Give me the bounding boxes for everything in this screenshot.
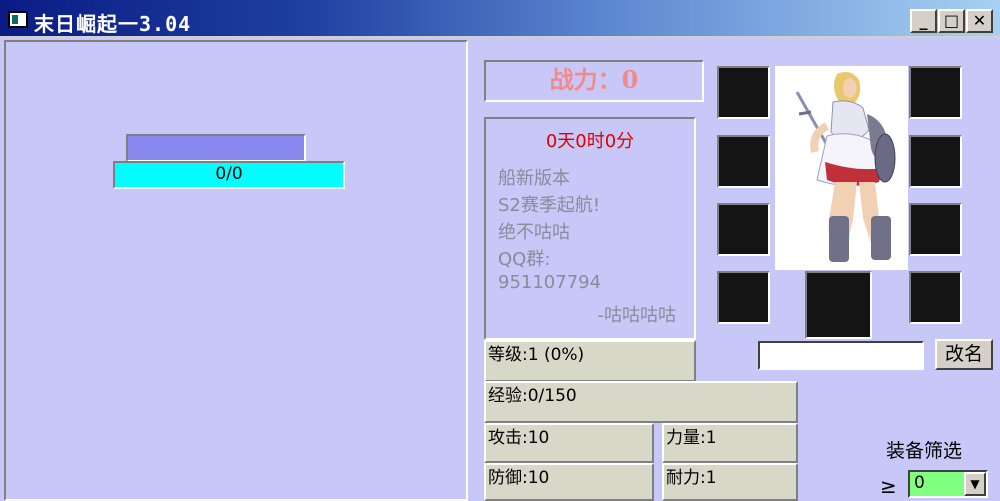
app-icon — [8, 11, 28, 28]
filter-selected-value: 0 — [914, 473, 925, 493]
equip-slot-right-1[interactable] — [909, 66, 962, 119]
notice-line: S2赛季起航! — [498, 195, 601, 216]
defense-stat: 防御:10 — [484, 463, 654, 501]
progress-bar-upper — [126, 134, 306, 162]
equip-slot-left-3[interactable] — [717, 203, 770, 256]
equip-slot-left-1[interactable] — [717, 66, 770, 119]
equip-slot-left-4[interactable] — [717, 271, 770, 324]
level-stat: 等级:1 (0%) — [484, 340, 696, 382]
character-portrait — [775, 66, 908, 270]
maximize-button[interactable]: □ — [938, 9, 965, 33]
endurance-stat: 耐力:1 — [662, 463, 798, 501]
equip-slot-right-3[interactable] — [909, 203, 962, 256]
notice-signature: -咕咕咕咕 — [597, 305, 677, 326]
progress-bar: 0/0 — [113, 161, 345, 189]
title-bar[interactable]: 末日崛起一3.04 _ □ ✕ — [0, 0, 1000, 38]
strength-stat: 力量:1 — [662, 423, 798, 463]
equipment-filter-select[interactable]: 0 ▼ — [908, 470, 988, 498]
close-button[interactable]: ✕ — [966, 9, 993, 33]
equip-slot-right-4[interactable] — [909, 271, 962, 324]
rename-button[interactable]: 改名 — [935, 339, 993, 370]
chevron-down-icon[interactable]: ▼ — [964, 472, 986, 496]
equip-slot-bottom[interactable] — [805, 271, 872, 339]
notice-line: 951107794 — [498, 272, 602, 293]
notice-line: QQ群: — [498, 249, 551, 270]
notice-line: 船新版本 — [498, 168, 570, 189]
notice-panel: 0天0时0分 船新版本 S2赛季起航! 绝不咕咕 QQ群: 951107794 … — [484, 117, 696, 340]
minimize-button[interactable]: _ — [910, 9, 937, 33]
filter-operator: ≥ — [880, 474, 897, 498]
attack-stat: 攻击:10 — [484, 423, 654, 463]
equip-slot-left-2[interactable] — [717, 135, 770, 188]
notice-line: 绝不咕咕 — [498, 222, 570, 243]
experience-stat: 经验:0/150 — [484, 381, 798, 423]
rename-input[interactable] — [758, 341, 924, 370]
equip-slot-right-2[interactable] — [909, 135, 962, 188]
warrior-figure-icon — [795, 72, 896, 262]
game-window: 末日崛起一3.04 _ □ ✕ 0/0 战力：0 0天0时0分 船新版本 S2赛… — [0, 0, 1000, 501]
combat-power-display: 战力：0 — [484, 60, 704, 102]
elapsed-time: 0天0时0分 — [545, 131, 635, 152]
window-title: 末日崛起一3.04 — [34, 12, 192, 36]
equipment-filter-label: 装备筛选 — [886, 440, 963, 462]
map-panel[interactable] — [4, 40, 468, 501]
